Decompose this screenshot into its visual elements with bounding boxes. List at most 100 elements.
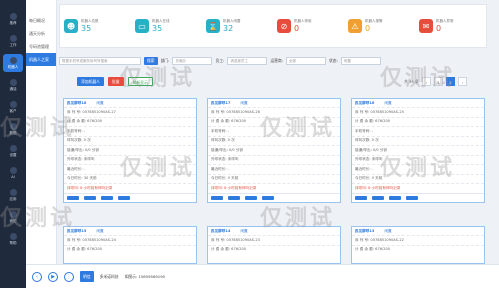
card-action-button[interactable] <box>389 195 401 200</box>
submenu-item[interactable]: 每日概况 <box>26 14 56 27</box>
stat-idle: ⌛ 机器人闲置 32 <box>202 5 273 47</box>
monitor-icon: ▭ <box>135 19 149 33</box>
robot-icon: ☻ <box>64 19 78 33</box>
stats-panel: ☻ 机器人总数 35 ▭ 机器人在线 35 ⌛ 机器人闲置 32 ⊘ 机器人停用 0 ⚠ 机器人报… <box>59 4 487 48</box>
card-today-duration: 今日时长: 5 天前 <box>352 173 484 184</box>
card-balance: 计 费 余 额: 676/200 <box>352 244 484 255</box>
status-badge: 闲置 <box>96 100 104 105</box>
status-select[interactable]: 闲置 <box>340 56 381 65</box>
card-balance: 计 费 余 额: 676/200 <box>64 244 196 255</box>
phone-number: 如图示: 15859569195 <box>124 273 166 279</box>
ai-icon <box>9 167 17 174</box>
sidebar-item-mine[interactable]: 我的 <box>3 208 23 226</box>
dept-label: 部门: <box>160 57 170 63</box>
card-warning: 待呼叫: 8 小时前有呼叫记录 <box>64 183 196 193</box>
refresh-button[interactable]: 刷新显示 <box>127 77 153 86</box>
sidebar-item-robot[interactable]: 机器人 <box>3 54 23 72</box>
hourglass-icon: ⌛ <box>206 19 220 33</box>
robot-card[interactable]: 民见群呼15 闲置 序 列 号: 0078851090AS-24 计 费 余 额:… <box>63 226 197 264</box>
card-action-button[interactable] <box>67 195 79 200</box>
sidebar-item-customer[interactable]: 客户 <box>3 98 23 116</box>
search-button[interactable]: 搜索 <box>144 56 158 65</box>
submenu-item-selected[interactable]: 机器人之家 <box>26 53 56 66</box>
stat-alarm: ⚠ 机器人报警 0 <box>344 5 415 47</box>
card-serial: 序 列 号: 0078851090AS-23 <box>208 235 340 245</box>
card-title: 民见群呼17 <box>211 100 231 105</box>
prev-icon[interactable]: ‹ <box>32 271 42 282</box>
sidebar-item-data[interactable]: 数据 <box>3 120 23 138</box>
card-phone: 手机号码: - <box>352 126 484 136</box>
sidebar-item-work[interactable]: 工作 <box>3 32 23 50</box>
card-connected: 接通/呼出: 0/0 分钟 <box>208 145 340 155</box>
card-phone: 手机号码: - <box>64 126 196 136</box>
user-icon <box>9 100 17 108</box>
home-icon <box>9 12 17 20</box>
card-action-button[interactable] <box>262 195 274 200</box>
card-action-button[interactable] <box>118 195 130 200</box>
sidebar-item-apps[interactable]: 应用 <box>3 186 23 204</box>
robot-card[interactable]: 民见群呼14 闲置 序 列 号: 0078851090AS-23 计 费 余 额:… <box>207 226 341 264</box>
card-warning: 待呼叫: 8 小时前有呼叫记录 <box>208 183 340 193</box>
card-action-button[interactable] <box>211 195 223 200</box>
sidebar-item-settings[interactable]: 设置 <box>3 142 23 160</box>
staff-select[interactable]: 请选择员工 <box>227 56 268 65</box>
submenu-item[interactable]: 通天分析 <box>26 27 56 40</box>
next-page-button[interactable]: › <box>457 77 467 86</box>
robot-card[interactable]: 民见群呼13 闲置 序 列 号: 0078851090AS-22 计 费 余 额:… <box>351 226 485 264</box>
warning-icon: ⚠ <box>348 19 362 33</box>
stat-total: ☻ 机器人总数 35 <box>60 5 131 47</box>
sidebar-item-call[interactable]: 通话 <box>3 76 23 94</box>
add-robot-button[interactable]: 添加机器人 <box>77 77 104 86</box>
card-title: 民见群呼18 <box>67 100 87 105</box>
sidebar-item-help[interactable]: 帮助 <box>3 230 23 248</box>
dept-select[interactable]: 总裁办 <box>172 56 213 65</box>
submenu: 每日概况 通天分析 号码池管理 机器人之家 <box>26 0 57 288</box>
carrier-select[interactable]: 全部 <box>286 56 327 65</box>
card-actions <box>352 192 484 202</box>
card-last-duration: 最近时长: - <box>208 164 340 174</box>
page-1[interactable]: 1 <box>433 77 443 86</box>
work-icon <box>9 34 17 42</box>
card-action-button[interactable] <box>101 195 113 200</box>
play-icon[interactable]: ▶ <box>48 271 58 282</box>
card-action-button[interactable] <box>84 195 96 200</box>
card-calls: 呼叫次数: 0 次 <box>352 135 484 146</box>
gear-icon <box>9 144 17 152</box>
phone-icon <box>9 78 17 86</box>
card-action-button[interactable] <box>406 195 418 200</box>
card-today-duration: 今日时长: 5 天前 <box>208 173 340 184</box>
error-icon: ✉ <box>419 19 433 33</box>
prev-page-button[interactable]: ‹ <box>421 77 431 86</box>
sidebar-item-ai[interactable]: AI <box>3 164 23 182</box>
card-connected: 接通/呼出: 0/0 分钟 <box>64 145 196 155</box>
pagination: 共 35 条 ‹ 1 2 › <box>404 77 467 86</box>
chip-button[interactable]: 明信 <box>80 271 94 282</box>
sidebar-item-home[interactable]: 推荐 <box>3 10 23 28</box>
stat-online: ▭ 机器人在线 35 <box>131 5 202 47</box>
card-action-button[interactable] <box>245 195 257 200</box>
card-action-button[interactable] <box>355 195 367 200</box>
search-input[interactable]: 根据手机号或服务序列号搜索 <box>59 56 141 65</box>
ban-icon: ⊘ <box>277 19 291 33</box>
card-warning: 待呼叫: 8 小时前有呼叫记录 <box>352 183 484 193</box>
robot-card[interactable]: 民见群呼18 闲置 序 列 号: 0078851090AS-27 计 费 余 额:… <box>63 98 197 203</box>
card-balance: 计 费 余 额: 676/200 <box>208 244 340 255</box>
card-serial: 序 列 号: 0078851090AS-25 <box>352 107 484 117</box>
batch-button[interactable]: 批量 <box>107 77 124 86</box>
apps-icon <box>9 188 17 196</box>
robot-card[interactable]: 民见群呼17 闲置 序 列 号: 0078851090AS-26 计 费 余 额:… <box>207 98 341 203</box>
submenu-item[interactable]: 号码池管理 <box>26 40 56 53</box>
card-action-button[interactable] <box>372 195 384 200</box>
card-serial: 序 列 号: 0078851090AS-27 <box>64 107 196 117</box>
staff-label: 员工: <box>215 57 225 63</box>
action-bar: 添加机器人 批量 刷新显示 <box>77 77 153 86</box>
help-icon <box>9 232 17 240</box>
keypad-icon[interactable]: ⋮ <box>64 271 74 282</box>
card-title: 民见群呼13 <box>355 228 375 233</box>
status-badge: 闲置 <box>384 228 392 233</box>
status-label: 状态: <box>329 57 338 63</box>
robot-card[interactable]: 民见群呼16 闲置 序 列 号: 0078851090AS-25 计 费 余 额:… <box>351 98 485 203</box>
card-action-button[interactable] <box>228 195 240 200</box>
status-badge: 闲置 <box>240 228 248 233</box>
page-2[interactable]: 2 <box>445 77 455 86</box>
